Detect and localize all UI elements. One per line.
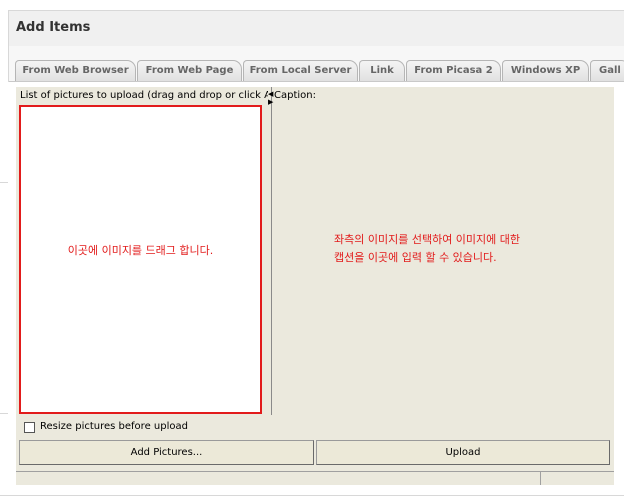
tab-from-picasa-2[interactable]: From Picasa 2 [406,60,501,81]
page-title: Add Items [16,20,91,35]
left-divider [0,413,8,414]
tab-from-local-server[interactable]: From Local Server [243,60,358,81]
collapse-left-icon[interactable]: ◀ [268,91,273,98]
caption-label: Caption: [274,90,316,101]
panel-splitter[interactable] [268,87,272,415]
tab-from-web-page[interactable]: From Web Page [137,60,242,81]
left-divider [0,182,8,183]
caption-hint-line: 좌측의 이미지를 선택하여 이미지에 대한 [334,233,521,246]
status-bar [16,471,614,485]
upload-button[interactable]: Upload [316,440,610,465]
tab-gallery[interactable]: Gall [590,60,624,81]
tab-underline [9,81,624,82]
add-pictures-button[interactable]: Add Pictures... [19,440,314,465]
collapse-right-icon[interactable]: ▶ [268,99,273,106]
status-cell [540,472,614,485]
image-uploader-applet: List of pictures to upload (drag and dro… [16,87,614,485]
tab-link[interactable]: Link [359,60,405,81]
bottom-divider [0,495,624,496]
source-tabs: From Web Browser From Web Page From Loca… [8,46,624,82]
resize-checkbox[interactable] [24,422,35,433]
caption-hint-line: 캡션을 이곳에 입력 할 수 있습니다. [334,251,497,264]
top-band [0,0,624,10]
picture-drop-area[interactable]: 이곳에 이미지를 드래그 합니다. [19,105,262,414]
drop-hint: 이곳에 이미지를 드래그 합니다. [67,244,214,257]
tab-from-web-browser[interactable]: From Web Browser [15,60,136,81]
add-items-header: Add Items [8,10,624,46]
upload-list-header: List of pictures to upload (drag and dro… [20,90,272,101]
resize-label: Resize pictures before upload [40,421,188,432]
caption-hint: 좌측의 이미지를 선택하여 이미지에 대한 캡션을 이곳에 입력 할 수 있습니… [334,231,520,267]
tab-windows-xp[interactable]: Windows XP [502,60,589,81]
